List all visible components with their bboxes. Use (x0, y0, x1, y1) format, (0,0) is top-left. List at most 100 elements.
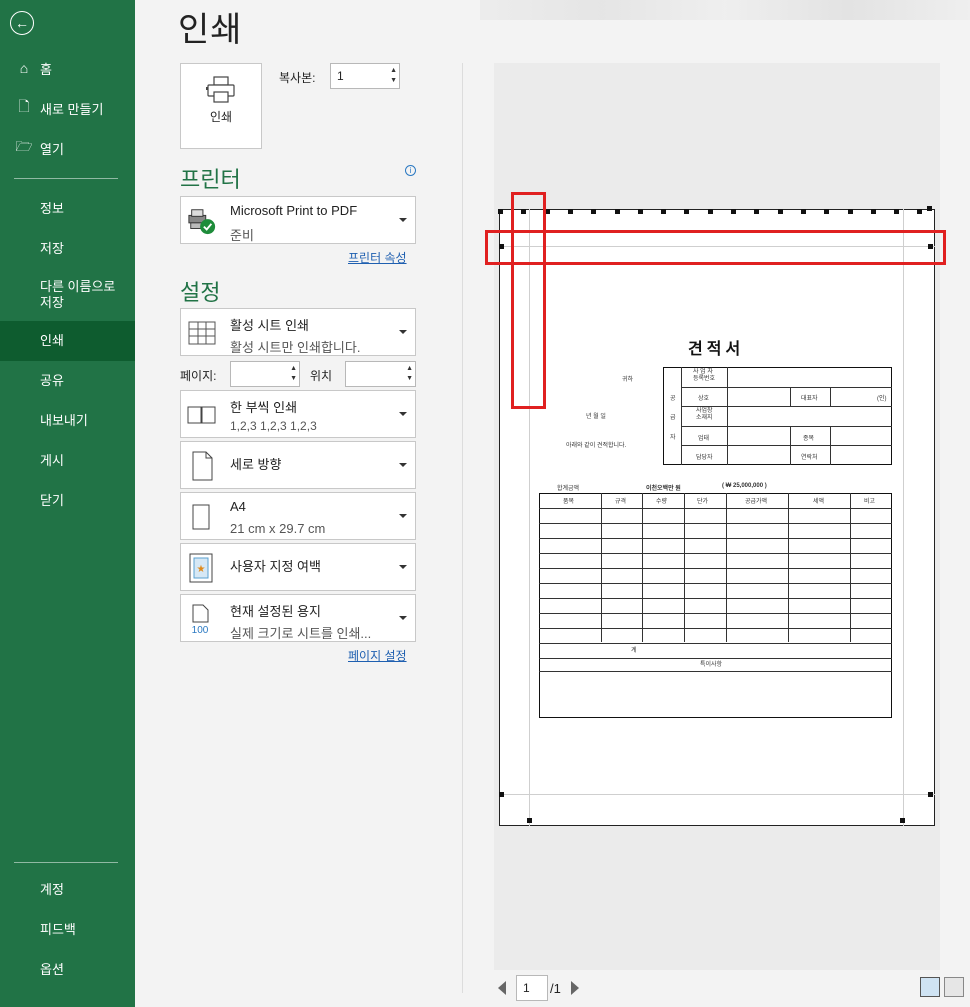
nav-new[interactable]: 🗋 새로 만들기 (0, 88, 135, 128)
column-width-handle[interactable] (707, 209, 713, 214)
decorative-banner (480, 0, 970, 20)
margin-handle[interactable] (499, 792, 504, 797)
chevron-down-icon (399, 565, 407, 569)
nav-open[interactable]: 🗁 열기 (0, 128, 135, 168)
column-width-handle[interactable] (567, 209, 573, 214)
scaling-icon: 100 (192, 604, 209, 635)
collate-value: 한 부씩 인쇄 (230, 400, 298, 415)
print-button[interactable]: 인쇄 (180, 63, 262, 149)
pages-from-input[interactable]: ▲ ▼ (230, 361, 300, 387)
column-width-handle[interactable] (754, 209, 760, 214)
nav-home-label: 홈 (40, 61, 52, 77)
margins-dropdown[interactable]: ★ 사용자 지정 여백 (180, 543, 416, 591)
right-margin-guide[interactable] (903, 209, 904, 826)
printer-icon (206, 76, 235, 103)
column-width-handle[interactable] (731, 209, 736, 214)
margin-handle[interactable] (900, 818, 905, 823)
margin-handle[interactable] (527, 818, 532, 823)
scaling-value: 현재 설정된 용지 (230, 604, 321, 619)
printer-properties-link[interactable]: 프린터 속성 (348, 249, 407, 266)
orientation-dropdown[interactable]: 세로 방향 (180, 441, 416, 489)
col-supply: 공급가액 (745, 499, 768, 505)
total-korean: 이천오백만 원 (646, 486, 681, 492)
copies-spinner[interactable]: ▲ ▼ (390, 66, 397, 86)
col-item: 품목 (563, 499, 575, 505)
nav-publish[interactable]: 게시 (0, 441, 135, 481)
nav-close[interactable]: 닫기 (0, 481, 135, 521)
paper-size-dropdown[interactable]: A4 21 cm x 29.7 cm (180, 492, 416, 540)
paper-size-icon (192, 504, 210, 530)
collate-icon (187, 406, 216, 424)
column-width-handle[interactable] (614, 209, 620, 214)
margin-handle[interactable] (928, 792, 933, 797)
biz-type-label: 업태 (698, 436, 710, 442)
column-width-handle[interactable] (498, 209, 503, 214)
margin-handle[interactable] (927, 206, 932, 211)
nav-feedback[interactable]: 피드백 (0, 910, 135, 950)
page-number-input[interactable]: 1 (516, 975, 548, 1001)
back-arrow-icon[interactable]: ← (10, 11, 34, 35)
remarks-label: 특이사항 (700, 662, 723, 668)
total-amount-label: 합계금액 (557, 486, 580, 492)
chevron-down-icon (399, 463, 407, 467)
table-line (539, 553, 892, 554)
column-width-handle[interactable] (894, 209, 900, 214)
column-width-handle[interactable] (684, 209, 690, 214)
pages-to-spinner[interactable]: ▲ ▼ (406, 364, 413, 384)
copies-input[interactable]: 1 ▲ ▼ (330, 63, 400, 89)
backstage-sidebar: ← ⌂ 홈 🗋 새로 만들기 🗁 열기 정보 저장 다른 이름으로 저장 인쇄 … (0, 0, 135, 1007)
col-note: 비고 (864, 499, 876, 505)
page-setup-link[interactable]: 페이지 설정 (348, 647, 407, 664)
show-margins-icon[interactable] (920, 977, 940, 997)
nav-save-as[interactable]: 다른 이름으로 저장 (0, 269, 120, 321)
pages-from-spinner[interactable]: ▲ ▼ (290, 364, 297, 384)
column-width-handle[interactable] (847, 209, 853, 214)
items-table (539, 493, 892, 718)
supplier-vertical-1: 공 (670, 396, 676, 402)
column-width-handle[interactable] (591, 209, 597, 214)
position-label: 위치 (310, 369, 333, 383)
table-line (539, 643, 892, 644)
col-price: 단가 (697, 499, 709, 505)
scaling-dropdown[interactable]: 100 현재 설정된 용지 실제 크기로 시트를 인쇄... (180, 594, 416, 642)
column-width-handle[interactable] (800, 209, 806, 214)
table-line (539, 568, 892, 569)
column-width-handle[interactable] (637, 209, 643, 214)
table-line (830, 387, 831, 407)
printer-dropdown[interactable]: Microsoft Print to PDF 준비 (180, 196, 416, 244)
svg-text:★: ★ (197, 564, 206, 575)
supplier-vertical-2: 급 (670, 415, 676, 421)
column-width-handle[interactable] (777, 209, 783, 214)
nav-options[interactable]: 옵션 (0, 950, 135, 990)
print-what-dropdown[interactable]: 활성 시트 인쇄 활성 시트만 인쇄합니다. (180, 308, 416, 356)
nav-save[interactable]: 저장 (0, 229, 135, 269)
collate-dropdown[interactable]: 한 부씩 인쇄 1,2,3 1,2,3 1,2,3 (180, 390, 416, 438)
nav-share[interactable]: 공유 (0, 361, 135, 401)
sheet-icon (188, 321, 216, 345)
nav-info[interactable]: 정보 (0, 189, 135, 229)
contact-label: 연락처 (801, 455, 818, 461)
nav-divider-bottom (14, 862, 118, 863)
table-line (539, 671, 892, 672)
info-icon[interactable]: i (405, 165, 416, 176)
previous-page-icon[interactable] (498, 981, 506, 995)
panel-divider (462, 63, 463, 993)
home-icon: ⌂ (19, 60, 29, 76)
column-width-handle[interactable] (824, 209, 830, 214)
column-width-handle[interactable] (917, 209, 923, 214)
pages-to-input[interactable]: ▲ ▼ (345, 361, 416, 387)
reg-no-label: 사 업 자 등록번호 (693, 369, 716, 382)
bottom-margin-guide[interactable] (499, 794, 935, 795)
nav-home[interactable]: ⌂ 홈 (0, 48, 135, 88)
zoom-to-page-icon[interactable] (944, 977, 964, 997)
chevron-down-icon (399, 412, 407, 416)
column-width-handle[interactable] (870, 209, 876, 214)
next-page-icon[interactable] (570, 981, 579, 995)
highlight-box-vertical (511, 192, 546, 409)
new-file-icon: 🗋 (18, 98, 30, 114)
nav-export[interactable]: 내보내기 (0, 401, 135, 441)
column-width-handle[interactable] (661, 209, 667, 214)
quote-note: 아래와 같이 견적합니다. (566, 443, 627, 449)
nav-account[interactable]: 계정 (0, 870, 135, 910)
nav-print[interactable]: 인쇄 (0, 321, 135, 361)
